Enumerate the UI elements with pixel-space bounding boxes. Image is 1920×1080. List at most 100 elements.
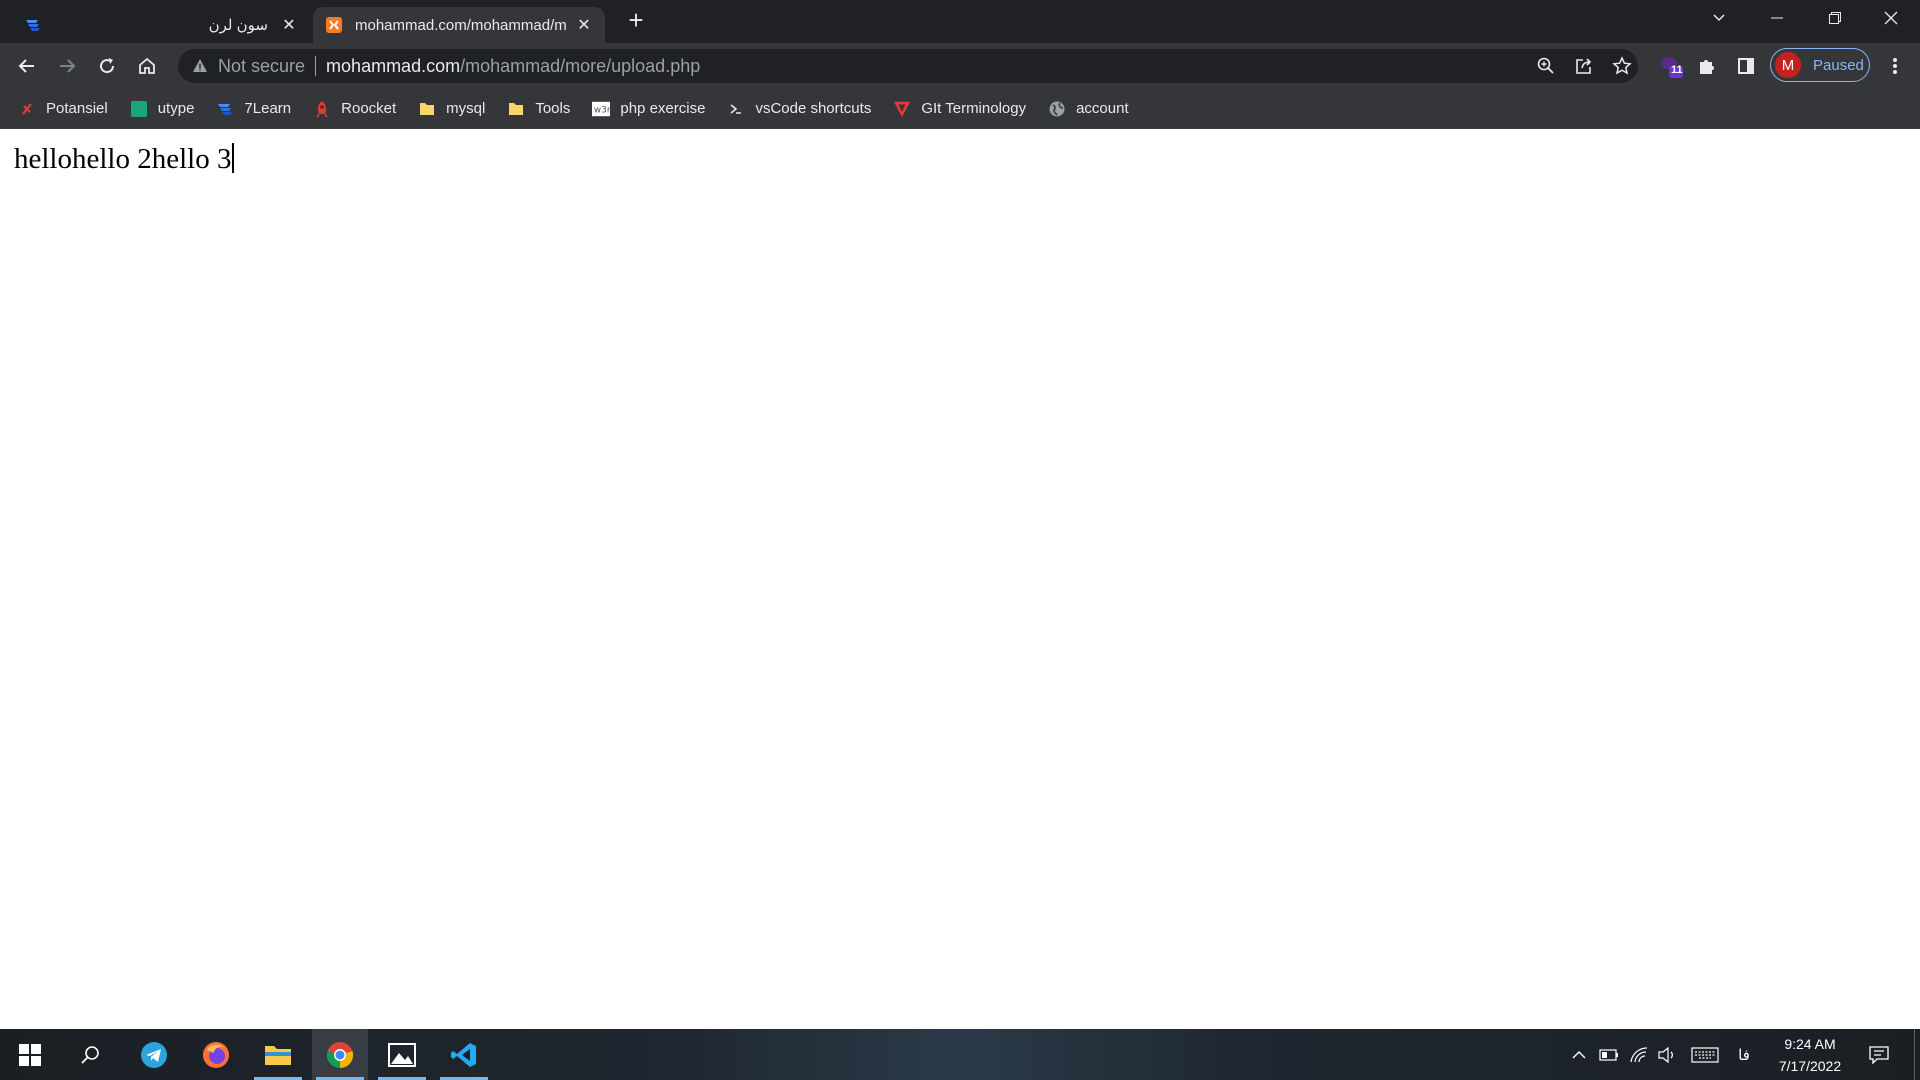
touch-keyboard-button[interactable] <box>1688 1029 1722 1080</box>
show-hidden-icons-button[interactable] <box>1566 1029 1592 1080</box>
bookmark-php-exercise[interactable]: w3r php exercise <box>592 100 705 118</box>
folder-icon <box>418 100 436 118</box>
bookmark-account[interactable]: account <box>1048 100 1129 118</box>
tab-strip: سون لرن ✕ mohammad.com/mohammad/m ✕ + <box>0 0 1920 43</box>
input-language-indicator[interactable]: فا <box>1730 1029 1758 1080</box>
taskbar-photos[interactable] <box>374 1029 430 1080</box>
page-viewport: hellohello 2hello 3 <box>0 129 1920 1029</box>
bookmark-git-terminology[interactable]: GIt Terminology <box>893 100 1026 118</box>
start-button[interactable] <box>2 1029 58 1080</box>
browser-menu-button[interactable] <box>1880 51 1910 81</box>
address-bar[interactable]: Not secure mohammad.com/mohammad/more/up… <box>178 49 1638 83</box>
action-center-button[interactable] <box>1864 1029 1894 1080</box>
taskbar-file-explorer[interactable] <box>250 1029 306 1080</box>
system-clock[interactable]: 9:24 AM 7/17/2022 <box>1760 1033 1860 1077</box>
side-panel-icon[interactable] <box>1731 51 1761 81</box>
bookmark-label: utype <box>157 100 195 117</box>
tab-title: mohammad.com/mohammad/m <box>355 16 567 34</box>
network-tray[interactable] <box>1626 1029 1652 1080</box>
minimize-button[interactable] <box>1748 0 1806 36</box>
w3r-icon: w3r <box>592 100 611 118</box>
potansiel-icon <box>18 100 36 118</box>
url-path: /mohammad/more/upload.php <box>460 55 701 76</box>
close-window-button[interactable] <box>1862 0 1920 36</box>
bookmark-label: Tools <box>535 100 571 117</box>
kebab-menu-icon <box>1893 58 1897 74</box>
not-secure-label[interactable]: Not secure <box>218 56 305 77</box>
reload-icon <box>100 58 115 74</box>
bookmark-folder-mysql[interactable]: mysql <box>418 100 485 118</box>
clock-time: 9:24 AM <box>1784 1036 1836 1052</box>
profile-button[interactable]: M Paused <box>1770 48 1870 82</box>
vscode-shortcuts-icon <box>727 100 745 118</box>
windows-taskbar: فا 9:24 AM 7/17/2022 <box>0 1029 1920 1080</box>
back-arrow-icon <box>18 59 34 73</box>
zoom-icon[interactable] <box>1536 56 1556 76</box>
home-icon <box>139 57 155 74</box>
notifications-icon <box>1869 1045 1889 1064</box>
vscode-icon <box>451 1042 476 1067</box>
taskbar-vscode[interactable] <box>436 1029 492 1080</box>
firefox-icon <box>203 1041 229 1068</box>
bookmark-utype[interactable]: utype <box>130 100 195 118</box>
forward-button[interactable] <box>52 51 82 81</box>
extension-counter-icon[interactable]: 11 <box>1656 51 1686 81</box>
bookmark-potansiel[interactable]: Potansiel <box>18 100 108 118</box>
page-text: hellohello 2hello 3 <box>14 143 232 175</box>
url-host: mohammad.com <box>326 55 461 76</box>
taskbar-telegram[interactable] <box>126 1029 182 1080</box>
svg-text:w3r: w3r <box>594 105 610 115</box>
taskbar-chrome[interactable] <box>312 1029 368 1080</box>
home-button[interactable] <box>132 51 162 81</box>
show-desktop-button[interactable] <box>1914 1029 1920 1080</box>
battery-tray[interactable] <box>1596 1029 1622 1080</box>
telegram-icon <box>141 1041 167 1068</box>
close-tab-icon[interactable]: ✕ <box>575 16 593 34</box>
bookmark-label: 7Learn <box>244 100 292 117</box>
sevenlearn-icon <box>216 100 234 118</box>
avatar: M <box>1775 52 1801 78</box>
bookmark-label: GIt Terminology <box>921 100 1027 117</box>
restore-button[interactable] <box>1806 0 1864 36</box>
sevenlearn-favicon-icon <box>26 20 40 31</box>
close-tab-icon[interactable]: ✕ <box>280 16 298 34</box>
folder-icon <box>265 1045 291 1065</box>
tab-sevenlearn[interactable]: سون لرن ✕ <box>0 7 310 43</box>
folder-icon <box>507 100 525 118</box>
bookmark-label: Potansiel <box>46 100 108 117</box>
tab-search-icon[interactable] <box>1690 0 1748 36</box>
bookmark-7learn[interactable]: 7Learn <box>216 100 291 118</box>
profile-status: Paused <box>1813 56 1864 74</box>
browser-toolbar: Not secure mohammad.com/mohammad/more/up… <box>0 43 1920 89</box>
bookmark-star-icon[interactable] <box>1612 56 1632 76</box>
new-tab-button[interactable]: + <box>622 7 650 35</box>
bookmark-label: Roocket <box>341 100 397 117</box>
extensions-puzzle-icon[interactable] <box>1692 51 1722 81</box>
xampp-favicon-icon <box>326 17 342 33</box>
reload-button[interactable] <box>92 51 122 81</box>
tab-upload-php[interactable]: mohammad.com/mohammad/m ✕ <box>313 7 605 43</box>
share-icon[interactable] <box>1574 56 1594 76</box>
tab-title: سون لرن <box>208 17 268 34</box>
speaker-icon <box>1658 1046 1673 1063</box>
roocket-icon <box>313 100 331 118</box>
git-icon <box>893 100 911 118</box>
bookmark-folder-tools[interactable]: Tools <box>507 100 570 118</box>
page-body-text: hellohello 2hello 3 <box>14 143 234 176</box>
taskbar-firefox[interactable] <box>188 1029 244 1080</box>
wifi-icon <box>1630 1046 1648 1062</box>
photos-icon <box>388 1042 416 1067</box>
address-divider <box>315 56 317 76</box>
bookmark-label: php exercise <box>620 100 706 117</box>
windows-logo-icon <box>19 1043 41 1066</box>
bookmark-roocket[interactable]: Roocket <box>313 100 396 118</box>
back-button[interactable] <box>12 51 42 81</box>
taskbar-search-button[interactable] <box>62 1029 118 1080</box>
chevron-up-icon <box>1572 1050 1586 1058</box>
chrome-icon <box>326 1041 354 1068</box>
bookmark-label: vsCode shortcuts <box>755 100 872 117</box>
search-icon <box>81 1045 99 1064</box>
volume-tray[interactable] <box>1654 1029 1680 1080</box>
bookmark-vscode-shortcuts[interactable]: vsCode shortcuts <box>727 100 871 118</box>
clock-date: 7/17/2022 <box>1778 1058 1842 1074</box>
